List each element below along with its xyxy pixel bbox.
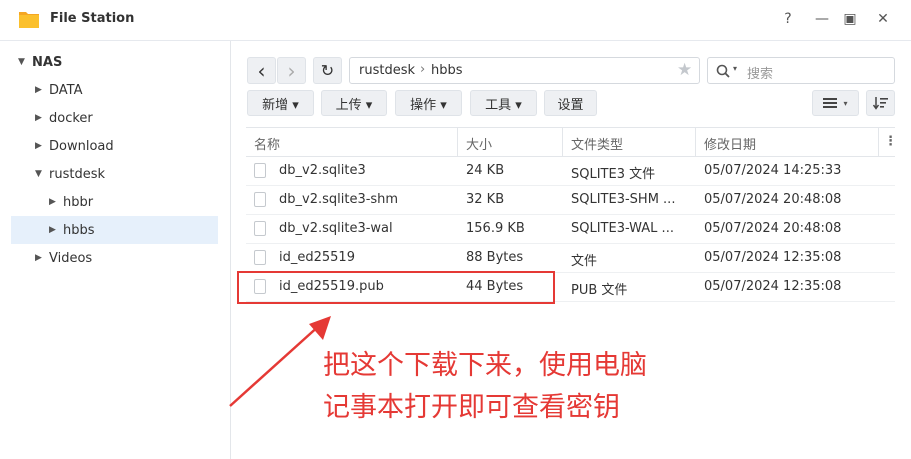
path-bar[interactable]: rustdesk › hbbs ★	[349, 57, 700, 84]
file-name: db_v2.sqlite3	[279, 163, 366, 178]
breadcrumb-hbbs[interactable]: hbbs	[431, 63, 463, 78]
file-type: SQLITE3-SHM ...	[571, 192, 676, 207]
file-icon	[254, 192, 266, 207]
chevron-right-icon: ▶	[49, 225, 56, 235]
file-size: 32 KB	[466, 192, 505, 207]
arrow-icon	[229, 316, 331, 407]
column-divider[interactable]	[562, 128, 563, 156]
column-type[interactable]: 文件类型	[571, 134, 623, 153]
tree-label: hbbs	[63, 222, 95, 238]
new-button[interactable]: 新增 ▾	[247, 90, 314, 116]
caret-down-icon: ▾	[733, 64, 738, 73]
table-header: 名称 大小 文件类型 修改日期 ⋮	[246, 127, 897, 157]
tree-item-rustdesk[interactable]: ▼ rustdesk	[35, 161, 105, 187]
file-modified: 05/07/2024 12:35:08	[704, 279, 842, 294]
breadcrumb-separator: ›	[420, 62, 426, 77]
sidebar: ▼ NAS ▶ DATA ▶ docker ▶ Download ▼ rustd…	[0, 41, 231, 459]
minimize-button[interactable]: —	[812, 9, 832, 29]
file-icon	[254, 221, 266, 236]
file-size: 156.9 KB	[466, 221, 525, 236]
file-type: PUB 文件	[571, 283, 628, 298]
chevron-right-icon: ▶	[35, 113, 42, 123]
column-divider[interactable]	[695, 128, 696, 156]
file-modified: 05/07/2024 20:48:08	[704, 192, 842, 207]
tree-item-hbbr[interactable]: ▶ hbbr	[49, 189, 93, 215]
file-name: db_v2.sqlite3-shm	[279, 192, 399, 207]
tree-item-download[interactable]: ▶ Download	[35, 133, 114, 159]
file-type: SQLITE3-WAL ...	[571, 221, 674, 236]
column-options-icon[interactable]: ⋮	[884, 134, 897, 149]
annotation-line-2: 记事本打开即可查看密钥	[323, 392, 620, 423]
file-icon	[254, 250, 266, 265]
close-button[interactable]: ✕	[873, 9, 893, 29]
tree-label: DATA	[49, 82, 83, 98]
file-type: SQLITE3 文件	[571, 167, 656, 182]
annotation-line-1: 把这个下载下来，使用电脑	[323, 350, 647, 381]
search-input[interactable]: ▾ 搜索	[707, 57, 895, 84]
column-modified[interactable]: 修改日期	[704, 134, 756, 153]
upload-button[interactable]: 上传 ▾	[321, 90, 387, 116]
file-modified: 05/07/2024 12:35:08	[704, 250, 842, 265]
table-row[interactable]: db_v2.sqlite3-wal 156.9 KB SQLITE3-WAL .…	[246, 214, 895, 244]
list-view-icon	[823, 98, 838, 108]
folder-icon	[19, 12, 39, 28]
tree-item-videos[interactable]: ▶ Videos	[35, 245, 92, 271]
search-icon	[716, 64, 730, 78]
settings-button[interactable]: 设置	[544, 90, 597, 116]
tree-item-docker[interactable]: ▶ docker	[35, 105, 93, 131]
view-mode-button[interactable]: ▾	[812, 90, 859, 116]
chevron-right-icon: ▶	[49, 197, 56, 207]
tree-item-hbbs[interactable]: ▶ hbbs	[11, 216, 218, 244]
file-modified: 05/07/2024 20:48:08	[704, 221, 842, 236]
tree-label: hbbr	[63, 194, 94, 210]
search-placeholder: 搜索	[747, 67, 774, 82]
app-title: File Station	[50, 11, 135, 26]
chevron-left-icon: ‹	[257, 58, 266, 83]
sort-icon	[872, 97, 888, 110]
maximize-button[interactable]: ▣	[840, 9, 860, 29]
table-row[interactable]: db_v2.sqlite3-shm 32 KB SQLITE3-SHM ... …	[246, 185, 895, 215]
column-name[interactable]: 名称	[254, 134, 280, 153]
chevron-down-icon: ▼	[18, 57, 25, 67]
tree-label: rustdesk	[49, 166, 106, 182]
chevron-right-icon: ▶	[35, 253, 42, 263]
tree-label: Videos	[49, 250, 93, 266]
file-type: 文件	[571, 254, 598, 269]
help-button[interactable]: ?	[778, 9, 798, 29]
table-row[interactable]: db_v2.sqlite3 24 KB SQLITE3 文件 05/07/202…	[246, 156, 895, 186]
title-bar: File Station ? — ▣ ✕	[0, 0, 911, 41]
table-row[interactable]: id_ed25519 88 Bytes 文件 05/07/2024 12:35:…	[246, 243, 895, 273]
file-size: 88 Bytes	[466, 250, 524, 265]
chevron-right-icon: ▶	[35, 141, 42, 151]
column-size[interactable]: 大小	[466, 134, 492, 153]
file-name: id_ed25519	[279, 250, 355, 265]
sort-button[interactable]	[866, 90, 895, 116]
tools-button[interactable]: 工具 ▾	[470, 90, 537, 116]
tree-root-nas[interactable]: ▼ NAS	[18, 49, 62, 75]
file-icon	[254, 163, 266, 178]
column-divider[interactable]	[878, 128, 879, 156]
file-name: db_v2.sqlite3-wal	[279, 221, 393, 236]
caret-down-icon: ▾	[843, 98, 848, 108]
tree-label: docker	[49, 110, 93, 126]
star-icon[interactable]: ★	[677, 60, 692, 80]
breadcrumb-rustdesk[interactable]: rustdesk	[359, 63, 415, 78]
chevron-right-icon: ›	[287, 58, 296, 83]
file-modified: 05/07/2024 14:25:33	[704, 163, 842, 178]
back-button[interactable]: ‹	[247, 57, 276, 84]
forward-button[interactable]: ›	[277, 57, 306, 84]
file-size: 24 KB	[466, 163, 505, 178]
action-button[interactable]: 操作 ▾	[395, 90, 462, 116]
chevron-right-icon: ▶	[35, 85, 42, 95]
refresh-icon: ↻	[320, 61, 335, 80]
tree-label: Download	[49, 138, 114, 154]
chevron-down-icon: ▼	[35, 169, 42, 179]
highlight-box	[237, 271, 555, 304]
tree-item-data[interactable]: ▶ DATA	[35, 77, 83, 103]
tree-label: NAS	[32, 54, 63, 70]
refresh-button[interactable]: ↻	[313, 57, 342, 84]
column-divider[interactable]	[457, 128, 458, 156]
